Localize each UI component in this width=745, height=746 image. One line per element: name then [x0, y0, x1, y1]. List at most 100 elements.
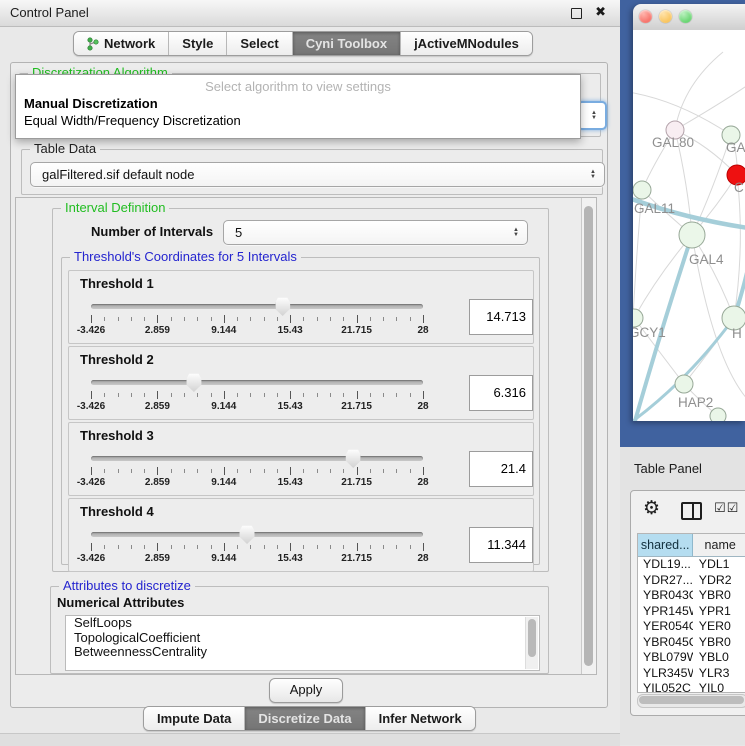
tab-impute-data[interactable]: Impute Data	[144, 707, 244, 730]
table-panel-titlebar: Table Panel	[620, 447, 745, 490]
table-row-ylr345w[interactable]: YLR345WYLR3	[638, 666, 745, 682]
cell-name[interactable]: YLR3	[693, 666, 745, 682]
network-node-hap2[interactable]	[675, 375, 693, 393]
threshold-2-value-field[interactable]: 6.316	[469, 375, 533, 411]
select-columns-icons[interactable]: ☑☑	[714, 500, 739, 516]
algorithm-option-manual-discretization[interactable]: Manual Discretization	[16, 96, 580, 111]
table-row-ydl19[interactable]: YDL19...YDL1	[638, 557, 745, 573]
settings-vertical-scrollbar[interactable]	[581, 198, 596, 674]
slider-thumb[interactable]	[346, 449, 361, 468]
threshold-4-slider[interactable]	[91, 532, 423, 538]
table-data-combobox[interactable]: galFiltered.sif default node ▲▼	[30, 162, 605, 187]
slider-track[interactable]	[91, 304, 423, 309]
cell-shared-name[interactable]: YLR345W	[638, 666, 693, 682]
tab-discretize-data[interactable]: Discretize Data	[244, 707, 364, 730]
tab-select[interactable]: Select	[226, 32, 291, 55]
tab-jactivemnodules[interactable]: jActiveMNodules	[400, 32, 532, 55]
table-row-ydr27[interactable]: YDR27...YDR2	[638, 573, 745, 589]
network-node-gal4[interactable]	[679, 222, 705, 248]
threshold-1-value-field[interactable]: 14.713	[469, 299, 533, 335]
slider-thumb[interactable]	[240, 525, 255, 544]
cell-name[interactable]: YPR1	[693, 604, 745, 620]
interval-definition-label: Interval Definition	[61, 201, 169, 215]
node-table: shared... name YDL19...YDL1YDR27...YDR2Y…	[637, 533, 745, 693]
cell-shared-name[interactable]: YBL079W	[638, 650, 693, 666]
tab-label: jActiveMNodules	[414, 36, 519, 51]
cell-shared-name[interactable]: YPR145W	[638, 604, 693, 620]
cell-shared-name[interactable]: YER054C	[638, 619, 693, 635]
numerical-attributes-list[interactable]: SelfLoopsTopologicalCoefficientBetweenne…	[65, 615, 540, 671]
algorithm-combobox[interactable]: ▲▼	[577, 101, 607, 130]
stepper-arrows-icon: ▲▼	[590, 170, 596, 180]
slider-thumb[interactable]	[186, 373, 201, 392]
cell-name[interactable]: YBL0	[693, 650, 745, 666]
mac-minimize-button[interactable]	[659, 10, 672, 23]
threshold-3-value-field[interactable]: 21.4	[469, 451, 533, 487]
scrollbar-thumb[interactable]	[528, 619, 536, 657]
threshold-4-value-field[interactable]: 11.344	[469, 527, 533, 563]
table-horizontal-scrollbar[interactable]	[637, 694, 745, 708]
attribute-item-selfloops[interactable]: SelfLoops	[66, 616, 539, 631]
tab-cyni-toolbox[interactable]: Cyni Toolbox	[292, 32, 400, 55]
network-edge[interactable]	[634, 235, 692, 318]
close-icon[interactable]: ✖	[595, 4, 606, 20]
threshold-2-box: Threshold 2-3.4262.8599.14415.4321.71528…	[68, 346, 534, 420]
cell-name[interactable]: YIL0	[693, 681, 745, 693]
slider-tick-labels: -3.4262.8599.14415.4321.71528	[91, 477, 423, 488]
table-row-ybl079w[interactable]: YBL079WYBL0	[638, 650, 745, 666]
table-row-yer054c[interactable]: YER054CYER0	[638, 619, 745, 635]
float-window-icon[interactable]	[571, 8, 582, 19]
attribute-item-betweennesscentrality[interactable]: BetweennessCentrality	[66, 645, 539, 660]
network-edge[interactable]	[692, 235, 734, 318]
attribute-item-topologicalcoefficient[interactable]: TopologicalCoefficient	[66, 631, 539, 646]
tab-label: Impute Data	[157, 711, 231, 726]
number-of-intervals-combobox[interactable]: 5 ▲▼	[223, 220, 528, 245]
algorithm-option-equal-width-frequency-discretization[interactable]: Equal Width/Frequency Discretization	[16, 113, 580, 128]
cell-name[interactable]: YDL1	[693, 557, 745, 573]
network-canvas[interactable]: GAL80GACGAL11GAL4GCY1HHAP2	[633, 30, 745, 421]
control-panel-titlebar: Control Panel ✖	[0, 0, 620, 27]
cell-shared-name[interactable]: YIL052C	[638, 681, 693, 693]
table-row-yil052c[interactable]: YIL052CYIL0	[638, 681, 745, 693]
slider-track[interactable]	[91, 380, 423, 385]
stepper-arrows-icon: ▲▼	[513, 228, 519, 238]
cell-shared-name[interactable]: YBR043C	[638, 588, 693, 604]
network-edge[interactable]	[675, 52, 723, 130]
cell-shared-name[interactable]: YDR27...	[638, 573, 693, 589]
tab-label: Style	[182, 36, 213, 51]
apply-button[interactable]: Apply	[269, 678, 343, 703]
cell-shared-name[interactable]: YBR045C	[638, 635, 693, 651]
slider-thumb[interactable]	[275, 297, 290, 316]
table-row-ybr043c[interactable]: YBR043CYBR0	[638, 588, 745, 604]
cell-name[interactable]: YER0	[693, 619, 745, 635]
mac-close-button[interactable]	[639, 10, 652, 23]
threshold-1-slider[interactable]	[91, 304, 423, 310]
cell-shared-name[interactable]: YDL19...	[638, 557, 693, 573]
network-node-gal11[interactable]	[633, 181, 651, 199]
scrollbar-thumb[interactable]	[639, 696, 744, 704]
cell-name[interactable]: YDR2	[693, 573, 745, 589]
tab-network[interactable]: Network	[74, 32, 168, 55]
threshold-label: Threshold 2	[80, 352, 154, 367]
column-layout-icon[interactable]	[681, 502, 702, 520]
network-node[interactable]	[710, 408, 726, 421]
network-edge[interactable]	[675, 85, 745, 130]
slider-track[interactable]	[91, 456, 423, 461]
gear-icon[interactable]: ⚙	[643, 497, 660, 520]
attributes-list-scrollbar[interactable]	[525, 617, 538, 669]
slider-track[interactable]	[91, 532, 423, 537]
threshold-2-slider[interactable]	[91, 380, 423, 386]
column-header-name[interactable]: name	[693, 534, 745, 556]
tab-infer-network[interactable]: Infer Network	[365, 707, 475, 730]
tab-style[interactable]: Style	[168, 32, 226, 55]
cell-name[interactable]: YBR0	[693, 635, 745, 651]
table-row-ypr145w[interactable]: YPR145WYPR1	[638, 604, 745, 620]
tab-label: Cyni Toolbox	[306, 36, 387, 51]
scrollbar-thumb[interactable]	[584, 206, 593, 666]
cell-name[interactable]: YBR0	[693, 588, 745, 604]
table-row-ybr045c[interactable]: YBR045CYBR0	[638, 635, 745, 651]
threshold-3-slider[interactable]	[91, 456, 423, 462]
column-header-shared-name[interactable]: shared...	[638, 534, 693, 556]
table-data-selected-value: galFiltered.sif default node	[42, 167, 194, 182]
mac-zoom-button[interactable]	[679, 10, 692, 23]
